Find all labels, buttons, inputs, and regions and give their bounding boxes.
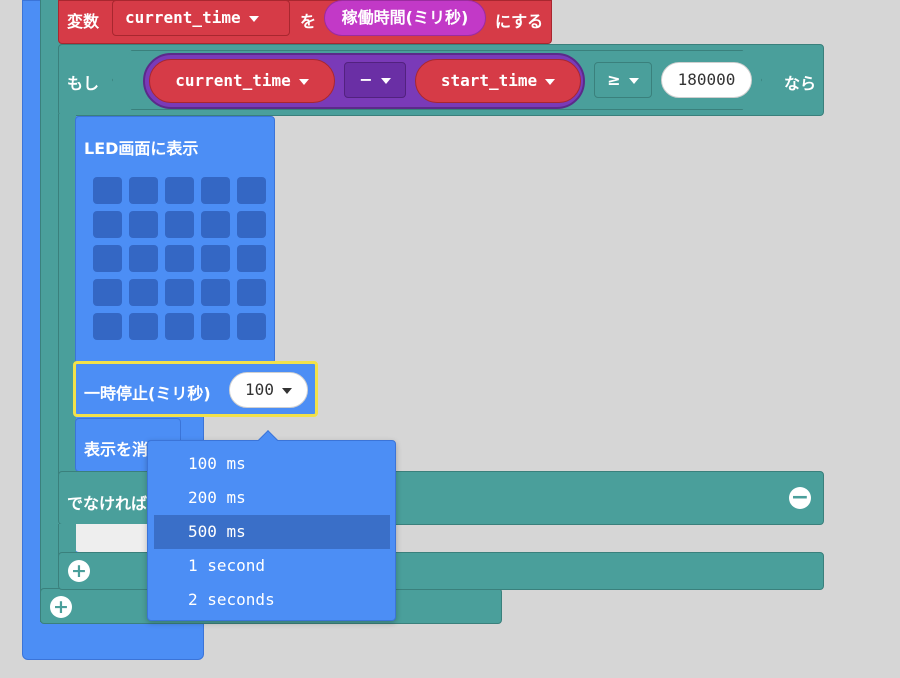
led-cell[interactable] [129,245,158,272]
else-label: でなければ [67,494,148,513]
left-variable-name: current_time [175,71,291,90]
variable-dropdown[interactable]: current_time [112,0,290,36]
led-cell[interactable] [201,245,230,272]
led-cell[interactable] [93,279,122,306]
led-cell[interactable] [129,313,158,340]
then-label: なら [784,74,817,93]
chevron-down-icon [380,77,391,84]
led-cell[interactable] [129,211,158,238]
led-cell[interactable] [237,177,266,204]
left-variable-reporter[interactable]: current_time [149,59,335,103]
dropdown-item-500ms[interactable]: 500 ms [154,515,390,549]
if-label: もし [67,74,100,93]
remove-else-icon[interactable]: − [789,487,811,509]
outer-add-icon[interactable]: + [50,596,72,618]
if-block-arm [58,114,76,474]
pause-value-dropdown[interactable]: 100 [229,372,308,408]
right-variable-name: start_time [440,71,538,90]
operator-dropdown[interactable]: − [344,62,406,98]
chevron-down-icon [248,15,259,22]
comparator-symbol: ≥ [607,70,621,89]
led-cell[interactable] [201,313,230,340]
set-variable-particle: を [300,12,317,31]
pause-value: 100 [245,380,274,399]
variable-name: current_time [125,8,241,27]
dropdown-item-100ms[interactable]: 100 ms [154,447,390,481]
led-cell[interactable] [129,279,158,306]
led-cell[interactable] [129,177,158,204]
threshold-value-input[interactable]: 180000 [661,62,752,98]
led-block-label: LED画面に表示 [84,139,199,158]
operator-symbol: − [359,70,373,89]
led-grid[interactable] [93,177,267,341]
led-cell[interactable] [165,245,194,272]
led-cell[interactable] [93,177,122,204]
led-cell[interactable] [201,177,230,204]
led-cell[interactable] [165,279,194,306]
running-time-label: 稼働時間(ミリ秒) [341,8,469,27]
led-cell[interactable] [237,211,266,238]
led-cell[interactable] [165,177,194,204]
led-cell[interactable] [93,211,122,238]
chevron-down-icon [298,78,309,85]
pause-block-label: 一時停止(ミリ秒) [84,384,211,403]
led-cell[interactable] [237,279,266,306]
led-cell[interactable] [201,279,230,306]
comparator-dropdown[interactable]: ≥ [594,62,652,98]
led-cell[interactable] [237,313,266,340]
dropdown-item-2-seconds[interactable]: 2 seconds [154,583,390,617]
led-cell[interactable] [237,245,266,272]
led-cell[interactable] [201,211,230,238]
dropdown-item-200ms[interactable]: 200 ms [154,481,390,515]
led-cell[interactable] [165,211,194,238]
led-cell[interactable] [165,313,194,340]
right-variable-reporter[interactable]: start_time [415,59,581,103]
add-else-if-icon[interactable]: + [68,560,90,582]
set-variable-prefix: 変数 [67,12,100,31]
chevron-down-icon [628,77,639,84]
led-cell[interactable] [93,313,122,340]
set-variable-suffix: にする [495,12,544,31]
dropdown-item-1-second[interactable]: 1 second [154,549,390,583]
threshold-value: 180000 [677,70,736,89]
running-time-reporter[interactable]: 稼働時間(ミリ秒) [324,0,486,36]
led-cell[interactable] [93,245,122,272]
chevron-down-icon [545,78,556,85]
chevron-down-icon [281,387,292,394]
duration-dropdown-menu[interactable]: 100 ms 200 ms 500 ms 1 second 2 seconds [147,430,396,621]
